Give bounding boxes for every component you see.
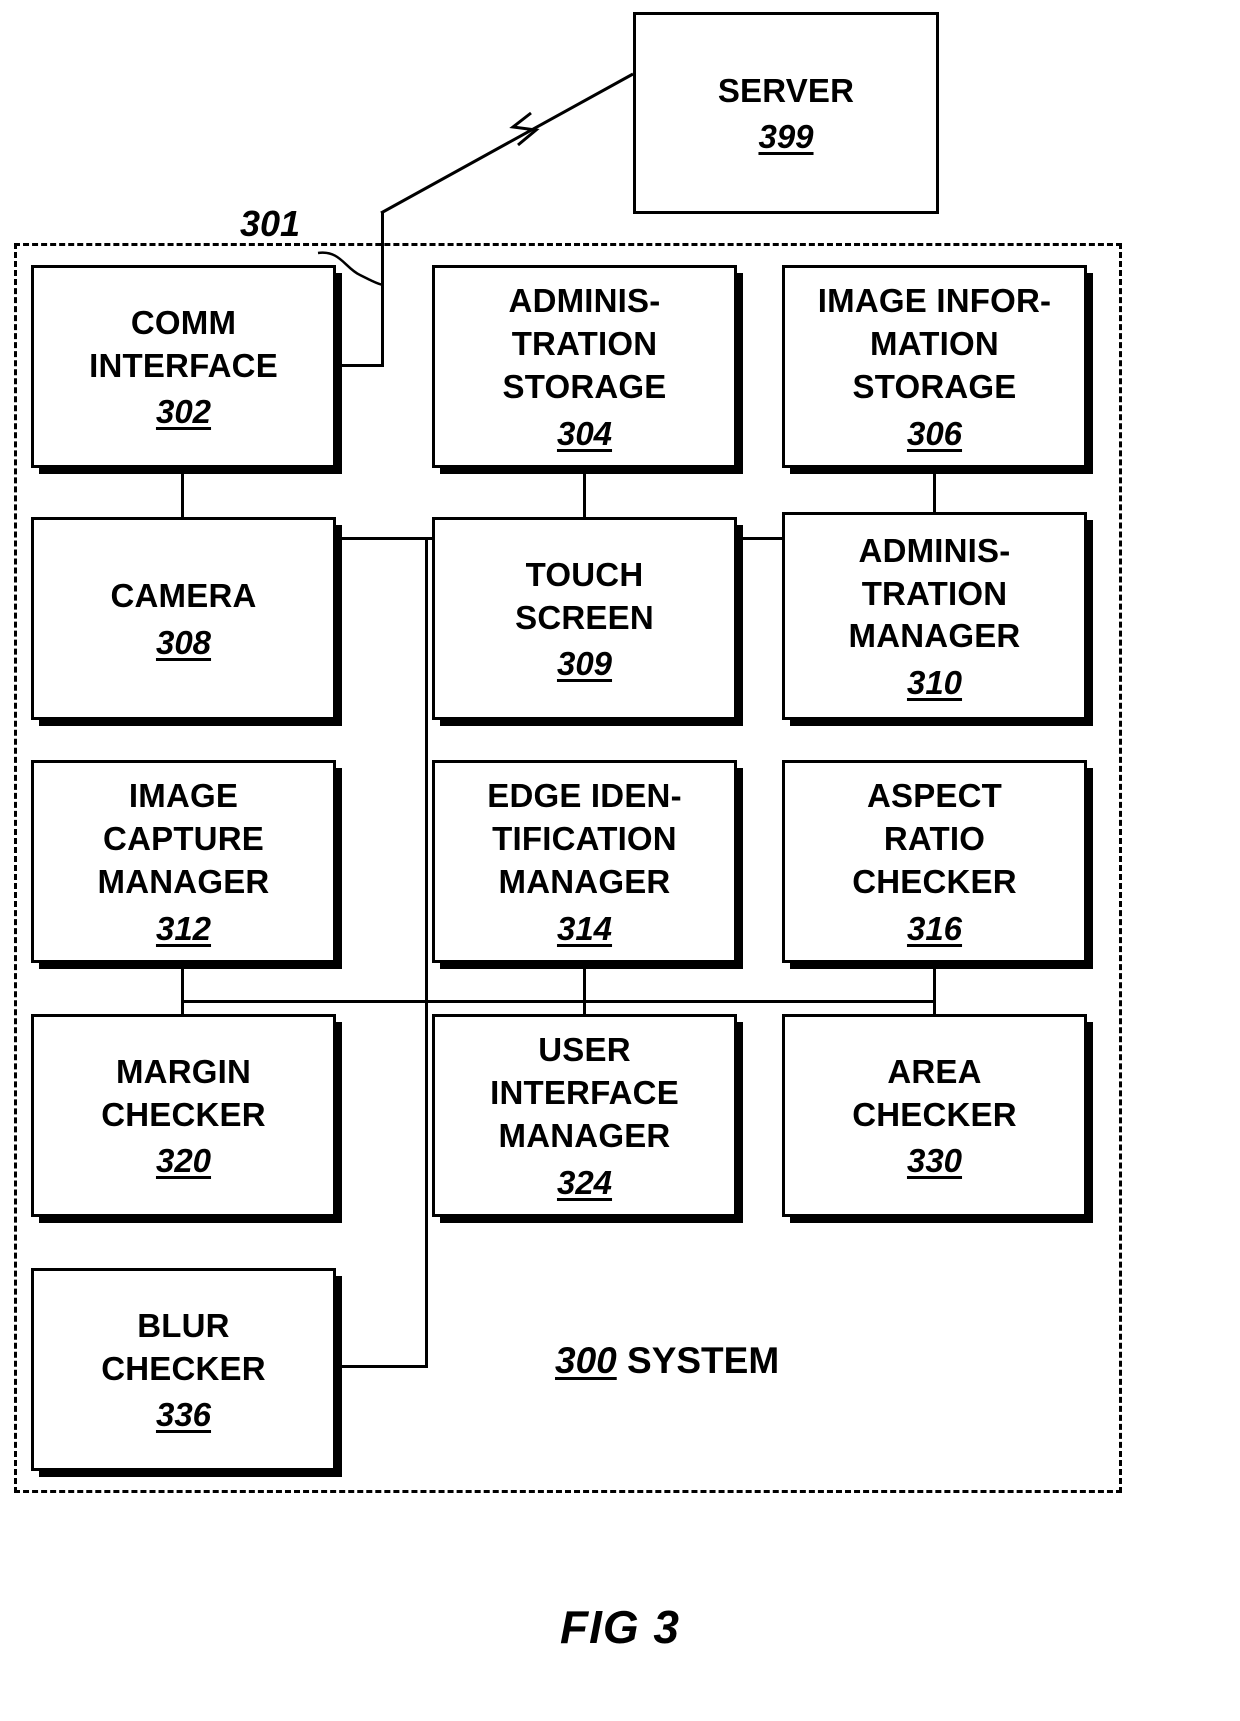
boundary-ref-label: 301 [240, 203, 301, 244]
node-edge-identification-manager-ref: 314 [556, 909, 613, 947]
node-administration-manager-ref: 310 [906, 664, 963, 702]
node-administration-storage-ref: 304 [556, 414, 613, 452]
node-margin-checker-title: MARGIN CHECKER [101, 1052, 266, 1133]
node-blur-checker[interactable]: BLUR CHECKER 336 [31, 1268, 336, 1471]
node-administration-manager-title: ADMINIS- TRATION MANAGER [848, 531, 1021, 655]
system-label-ref: 300 [555, 1340, 617, 1381]
node-user-interface-manager-title: USER INTERFACE MANAGER [490, 1031, 679, 1154]
system-label: 300 SYSTEM [555, 1340, 779, 1382]
node-blur-checker-title: BLUR CHECKER [101, 1306, 266, 1387]
node-margin-checker-ref: 320 [155, 1142, 212, 1180]
node-touch-screen-ref: 309 [556, 645, 613, 683]
node-area-checker[interactable]: AREA CHECKER 330 [782, 1014, 1087, 1217]
node-aspect-ratio-checker-ref: 316 [906, 909, 963, 947]
node-image-capture-manager-title: IMAGE CAPTURE MANAGER [97, 777, 270, 900]
node-touch-screen[interactable]: TOUCH SCREEN 309 [432, 517, 737, 720]
bus-row3-row4 [181, 1000, 936, 1003]
node-aspect-ratio-checker-title: ASPECT RATIO CHECKER [852, 777, 1017, 900]
node-image-information-storage[interactable]: IMAGE INFOR- MATION STORAGE 306 [782, 265, 1087, 468]
node-edge-identification-manager-title: EDGE IDEN- TIFICATION MANAGER [487, 777, 682, 900]
node-user-interface-manager[interactable]: USER INTERFACE MANAGER 324 [432, 1014, 737, 1217]
node-camera-ref: 308 [155, 623, 212, 661]
node-image-capture-manager[interactable]: IMAGE CAPTURE MANAGER 312 [31, 760, 336, 963]
node-comm-interface-title: COMM INTERFACE [89, 303, 278, 384]
figure-caption: FIG 3 [559, 1601, 681, 1653]
node-margin-checker[interactable]: MARGIN CHECKER 320 [31, 1014, 336, 1217]
node-image-information-storage-title: IMAGE INFOR- MATION STORAGE [817, 282, 1052, 405]
node-comm-interface-ref: 302 [155, 393, 212, 431]
node-camera-title: CAMERA [110, 577, 257, 615]
node-server-ref: 399 [758, 118, 814, 156]
node-area-checker-title: AREA CHECKER [852, 1052, 1017, 1133]
node-comm-interface[interactable]: COMM INTERFACE 302 [31, 265, 336, 468]
patent-figure-canvas: 301 SERVER 399 COMM INTERFACE 302 ADMINI… [0, 0, 1240, 1721]
node-edge-identification-manager[interactable]: EDGE IDEN- TIFICATION MANAGER 314 [432, 760, 737, 963]
node-touch-screen-title: TOUCH SCREEN [515, 555, 654, 636]
node-server[interactable]: SERVER 399 [633, 12, 939, 214]
node-area-checker-ref: 330 [906, 1142, 963, 1180]
node-administration-manager[interactable]: ADMINIS- TRATION MANAGER 310 [782, 512, 1087, 720]
node-image-capture-manager-ref: 312 [155, 909, 212, 947]
node-user-interface-manager-ref: 324 [556, 1163, 613, 1201]
node-blur-checker-ref: 336 [155, 1396, 212, 1434]
node-camera[interactable]: CAMERA 308 [31, 517, 336, 720]
node-aspect-ratio-checker[interactable]: ASPECT RATIO CHECKER 316 [782, 760, 1087, 963]
node-server-title: SERVER [717, 71, 855, 109]
system-label-text: SYSTEM [616, 1340, 780, 1381]
node-administration-storage[interactable]: ADMINIS- TRATION STORAGE 304 [432, 265, 737, 468]
wire-comm-to-server-stub [335, 364, 384, 367]
wire-comm-to-server-riser [381, 212, 384, 367]
main-vertical-spine [425, 537, 428, 1367]
wire-blur-elbow [335, 1365, 428, 1368]
node-image-information-storage-ref: 306 [906, 414, 963, 452]
node-administration-storage-title: ADMINIS- TRATION STORAGE [502, 282, 667, 405]
